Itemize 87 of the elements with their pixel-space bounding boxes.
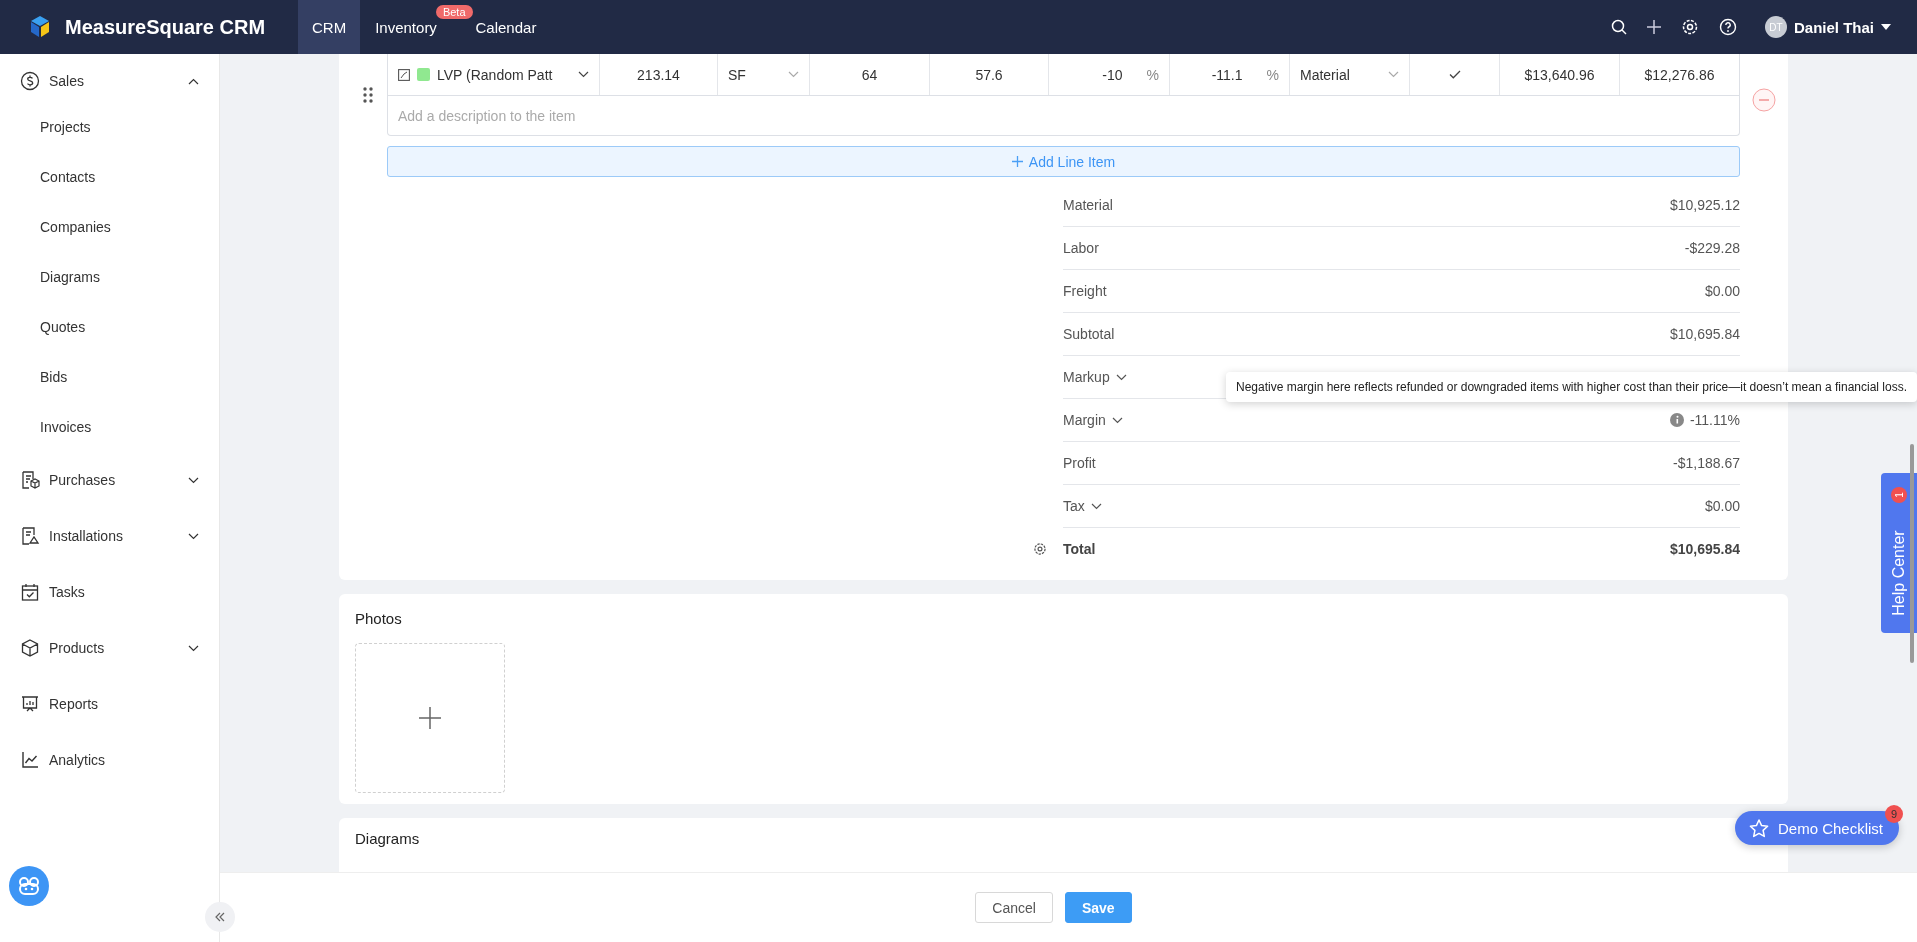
menu-icon (20, 470, 40, 490)
summary-toggle[interactable]: Margin (1063, 412, 1123, 428)
tooltip: Negative margin here reflects refunded or downgraded items with higher cost than their price—it doesn’t mean a financial loss. (1226, 372, 1917, 402)
summary-toggle[interactable]: Markup (1063, 369, 1127, 385)
summary-value: $0.00 (1704, 283, 1740, 299)
summary-value: -$1,188.67 (1673, 455, 1740, 471)
unit-label: % (1146, 66, 1159, 83)
section-title: Photos (355, 610, 403, 627)
cancel-button[interactable]: Cancel (975, 892, 1053, 923)
settings-icon[interactable] (1033, 542, 1047, 556)
search-icon[interactable] (1610, 19, 1627, 35)
info-icon[interactable] (1669, 413, 1684, 427)
summary-label: Material (1063, 197, 1113, 213)
sidebar-item[interactable]: Products (0, 620, 219, 676)
settings-icon[interactable] (1680, 18, 1699, 36)
nav-tab[interactable]: Inventory (374, 0, 438, 54)
input-field[interactable]: -10 (1102, 66, 1123, 83)
star-icon (1748, 818, 1769, 838)
description-field[interactable]: Add a description to the item (387, 96, 1740, 136)
color-swatch (417, 68, 430, 81)
input-field[interactable]: -11.1 (1211, 66, 1243, 83)
nav-tab[interactable]: Calendar (474, 0, 538, 54)
input-field[interactable]: 57.6 (975, 66, 1003, 83)
summary-value: $10,925.12 (1669, 197, 1740, 213)
assistant-icon (17, 876, 41, 896)
input-field[interactable]: $12,276.86 (1644, 66, 1715, 83)
chevron-icon (1090, 502, 1102, 510)
sidebar-item[interactable]: Reports (0, 676, 219, 732)
sidebar-item[interactable]: Sales (0, 60, 219, 102)
summary-value: $10,695.84 (1669, 541, 1740, 557)
unit-label: % (1266, 66, 1279, 83)
help-icon[interactable] (1718, 18, 1737, 36)
nav-tab[interactable]: CRM (298, 0, 361, 54)
input-field[interactable]: $13,640.96 (1524, 66, 1595, 83)
summary-label: Profit (1063, 455, 1096, 471)
chevron-icon (1111, 416, 1123, 424)
summary-value: $10,695.84 (1669, 326, 1740, 342)
sidebar-subitem[interactable]: Bids (0, 352, 219, 402)
menu-icon (20, 526, 40, 546)
menu-icon (20, 694, 40, 714)
scrollbar-thumb[interactable] (1910, 444, 1914, 663)
image-icon (398, 68, 410, 81)
plus-icon (419, 707, 441, 729)
select-field[interactable]: SF (728, 66, 746, 83)
chevron-icon (1115, 373, 1127, 381)
sidebar-item[interactable]: Tasks (0, 564, 219, 620)
chevron-icon (788, 71, 799, 78)
sidebar-item[interactable]: Purchases (0, 452, 219, 508)
sidebar-subitem[interactable]: Quotes (0, 302, 219, 352)
summary-value: $0.00 (1704, 498, 1740, 514)
chevron-icon (1388, 71, 1399, 78)
add-icon[interactable] (1646, 20, 1661, 34)
menu-icon (20, 582, 40, 602)
sidebar-subitem[interactable]: Companies (0, 202, 219, 252)
sidebar-subitem[interactable]: Invoices (0, 402, 219, 452)
assistant-button[interactable] (9, 866, 49, 906)
notification-badge: 1 (1891, 487, 1907, 503)
plus-icon (1011, 156, 1023, 167)
app-title: MeasureSquare CRM (65, 15, 266, 39)
product-select[interactable]: LVP (Random Patt (437, 66, 553, 83)
summary-value: -11.11% (1689, 412, 1740, 428)
summary-label: Total (1063, 541, 1096, 557)
summary-value: -$229.28 (1684, 240, 1740, 256)
input-field[interactable]: 213.14 (637, 66, 680, 83)
section-title: Diagrams (355, 830, 421, 847)
menu-icon (20, 71, 40, 91)
double-chevron-icon (215, 912, 225, 922)
select-field[interactable]: Material (1300, 66, 1350, 83)
caret-icon (1881, 24, 1891, 30)
input-field[interactable]: 64 (861, 66, 878, 83)
menu-icon (20, 638, 40, 658)
summary-label: Subtotal (1063, 326, 1115, 342)
logo-icon (29, 15, 51, 39)
sidebar-item[interactable]: Installations (0, 508, 219, 564)
menu-icon (20, 750, 40, 770)
beta-badge: Beta (435, 5, 473, 19)
drag-handle-icon[interactable] (363, 87, 373, 103)
sidebar-subitem[interactable]: Contacts (0, 152, 219, 202)
summary-label: Freight (1063, 283, 1107, 299)
chevron-icon (578, 71, 589, 78)
summary-label: Labor (1063, 240, 1099, 256)
sidebar-subitem[interactable]: Diagrams (0, 252, 219, 302)
sidebar-subitem[interactable]: Projects (0, 102, 219, 152)
user-name: Daniel Thai (1793, 18, 1874, 36)
checkmark-icon[interactable] (1448, 70, 1461, 79)
summary-toggle[interactable]: Tax (1063, 498, 1102, 514)
sidebar-item[interactable]: Analytics (0, 732, 219, 788)
